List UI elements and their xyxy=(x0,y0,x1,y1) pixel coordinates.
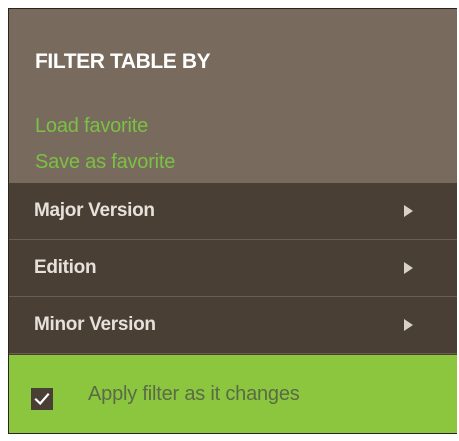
load-favorite-link[interactable]: Load favorite xyxy=(35,115,148,138)
save-favorite-link[interactable]: Save as favorite xyxy=(35,151,175,174)
filter-row-minor-version[interactable]: Minor Version xyxy=(9,297,457,354)
filter-row-label: Minor Version xyxy=(34,314,156,335)
filter-row-label: Edition xyxy=(34,257,97,278)
filter-row-edition[interactable]: Edition xyxy=(9,240,457,297)
checkmark-icon xyxy=(34,392,50,406)
chevron-right-icon xyxy=(404,319,413,331)
chevron-right-icon xyxy=(404,262,413,274)
apply-filter-checkbox[interactable] xyxy=(31,388,53,410)
apply-filter-footer: Apply filter as it changes xyxy=(9,355,457,433)
filter-panel: FILTER TABLE BY Load favorite Save as fa… xyxy=(8,8,457,434)
chevron-right-icon xyxy=(404,205,413,217)
filter-row-major-version[interactable]: Major Version xyxy=(9,183,457,240)
filter-panel-header: FILTER TABLE BY Load favorite Save as fa… xyxy=(9,9,457,183)
filter-panel-title: FILTER TABLE BY xyxy=(35,50,211,73)
filter-row-label: Major Version xyxy=(34,200,155,221)
apply-filter-label: Apply filter as it changes xyxy=(88,383,300,405)
